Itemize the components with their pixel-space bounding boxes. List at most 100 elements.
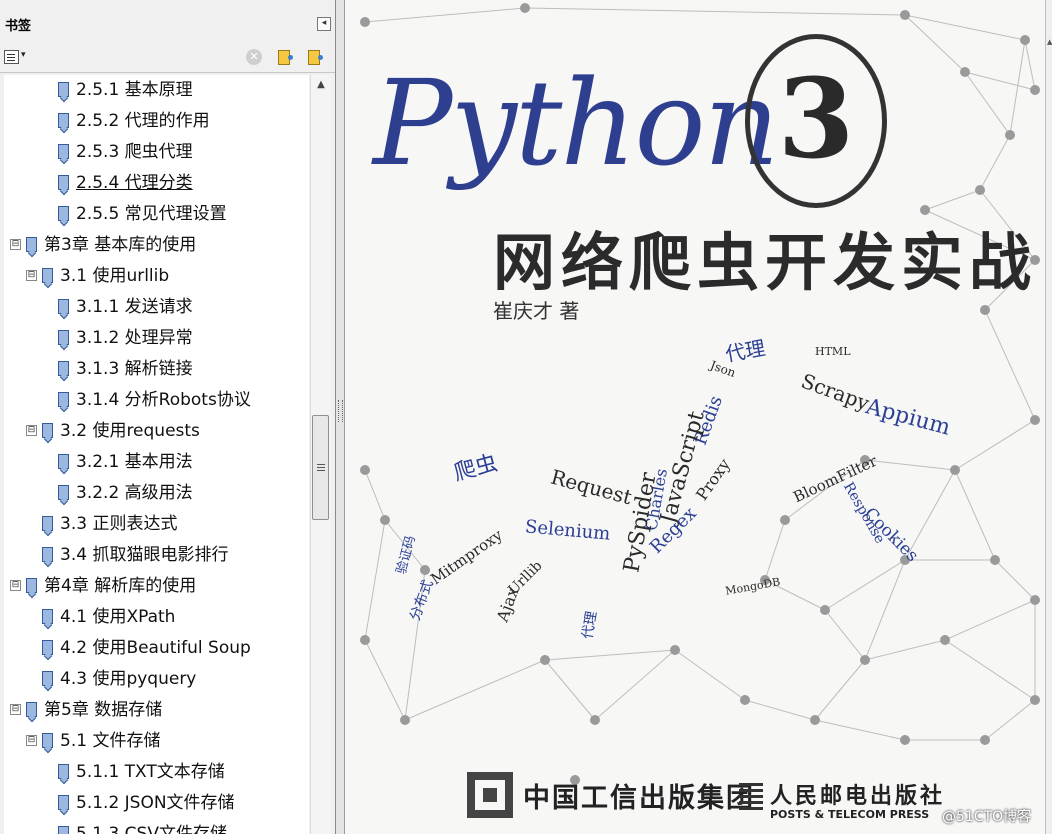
- scroll-up-arrow[interactable]: ▲: [1047, 38, 1052, 46]
- panel-title: 书签: [5, 19, 32, 34]
- bookmark-item[interactable]: 3.1.3 解析链接: [4, 354, 309, 385]
- bookmark-item[interactable]: 5.1.3 CSV文件存储: [4, 819, 309, 834]
- word-cloud-term: 代理: [723, 335, 768, 367]
- bookmark-icon: [58, 826, 69, 834]
- bookmark-item[interactable]: 5.1.1 TXT文本存储: [4, 757, 309, 788]
- bookmark-icon: [58, 361, 69, 376]
- bookmark-icon: [42, 516, 53, 531]
- word-cloud-term: 验证码: [394, 534, 419, 576]
- ptpress-logo-icon: [739, 783, 763, 810]
- bookmark-item[interactable]: 2.5.4 代理分类: [4, 168, 309, 199]
- bookmark-icon: [58, 764, 69, 779]
- bookmark-icon: [58, 175, 69, 190]
- bookmark-item[interactable]: 3.1.1 发送请求: [4, 292, 309, 323]
- bookmark-label: 2.5.5 常见代理设置: [76, 204, 227, 224]
- bookmark-label: 5.1.1 TXT文本存储: [76, 762, 225, 782]
- scroll-up-arrow[interactable]: ▲: [313, 79, 329, 93]
- spider-word-cloud: 代理 HTML Json Redis Appium 爬虫 Request JavaScript…: [345, 0, 1045, 834]
- bookmark-label: 5.1.2 JSON文件存储: [76, 793, 235, 813]
- bookmark-item[interactable]: ⊟ 第3章 基本库的使用: [4, 230, 309, 261]
- collapse-toggle-icon[interactable]: ⊟: [26, 270, 37, 281]
- bookmark-item[interactable]: 4.1 使用XPath: [4, 602, 309, 633]
- bookmark-item[interactable]: ⊟ 3.2 使用requests: [4, 416, 309, 447]
- bookmark-label: 3.2 使用requests: [60, 421, 200, 441]
- bookmarks-panel: 书签 ◂ ▾ ✕ 2.5.1 基本原理 2.5.2 代理的作用 2.5.3 爬虫代理…: [0, 0, 336, 834]
- bookmark-label: 3.4 抓取猫眼电影排行: [60, 545, 229, 565]
- collapse-panel-button[interactable]: ◂: [317, 17, 331, 31]
- bookmark-item[interactable]: 4.2 使用Beautiful Soup: [4, 633, 309, 664]
- bookmark-icon: [42, 671, 53, 686]
- bookmark-icon: [42, 547, 53, 562]
- bookmark-item[interactable]: 4.3 使用pyquery: [4, 664, 309, 695]
- chevron-down-icon: ▾: [21, 50, 26, 60]
- word-cloud-term: Mitmproxy: [427, 525, 506, 589]
- word-cloud-term: Appium: [863, 394, 953, 441]
- panel-header: 书签 ◂: [0, 0, 335, 44]
- bookmark-item[interactable]: 3.2.2 高级用法: [4, 478, 309, 509]
- bookmark-label: 4.1 使用XPath: [60, 607, 176, 627]
- bookmark-icon: [58, 206, 69, 221]
- bookmark-item[interactable]: 2.5.3 爬虫代理: [4, 137, 309, 168]
- panel-splitter[interactable]: [336, 0, 345, 834]
- delete-bookmark-icon[interactable]: ✕: [246, 49, 262, 65]
- word-cloud-term: HTML: [815, 345, 851, 358]
- bookmark-item[interactable]: 2.5.1 基本原理: [4, 75, 309, 106]
- bookmark-label: 3.1 使用urllib: [60, 266, 170, 286]
- collapse-toggle-icon[interactable]: ⊟: [10, 580, 21, 591]
- bookmark-label: 3.1.3 解析链接: [76, 359, 193, 379]
- bookmark-item[interactable]: 3.1.2 处理异常: [4, 323, 309, 354]
- options-menu-button[interactable]: ▾: [4, 50, 30, 64]
- bookmark-icon: [42, 609, 53, 624]
- bookmark-icon: [58, 795, 69, 810]
- bookmark-item[interactable]: 3.1.4 分析Robots协议: [4, 385, 309, 416]
- bookmark-icon: [26, 578, 37, 593]
- splitter-grip-icon: [338, 400, 343, 422]
- bookmark-label: 2.5.3 爬虫代理: [76, 142, 193, 162]
- bookmark-item[interactable]: 3.4 抓取猫眼电影排行: [4, 540, 309, 571]
- publisher-ptpress: 人民邮电出版社: [770, 784, 946, 809]
- word-cloud-term: 爬虫: [451, 450, 501, 487]
- collapse-toggle-icon[interactable]: ⊟: [26, 425, 37, 436]
- word-cloud-term: 代理: [579, 609, 601, 641]
- bookmark-label: 3.1.4 分析Robots协议: [76, 390, 251, 410]
- bookmark-item[interactable]: 2.5.2 代理的作用: [4, 106, 309, 137]
- word-cloud-term: MongoDB: [724, 575, 782, 598]
- word-cloud-term: Proxy: [692, 455, 735, 504]
- bookmark-label: 2.5.2 代理的作用: [76, 111, 210, 131]
- bookmark-label: 4.3 使用pyquery: [60, 669, 197, 689]
- bookmark-glyph: [278, 50, 293, 65]
- bookmarks-toolbar: ▾ ✕: [0, 44, 335, 73]
- word-cloud-term: Scrapy: [798, 368, 873, 416]
- bookmark-label: 2.5.4 代理分类: [76, 173, 193, 193]
- bookmark-icon: [58, 113, 69, 128]
- publisher-logo-icon: [467, 772, 513, 818]
- expand-bookmark-icon[interactable]: [276, 49, 293, 65]
- document-scrollbar[interactable]: ▲: [1045, 0, 1052, 834]
- bookmark-icon: [58, 144, 69, 159]
- collapse-toggle-icon[interactable]: ⊟: [10, 239, 21, 250]
- bookmark-label: 5.1 文件存储: [60, 731, 161, 751]
- bookmark-item[interactable]: ⊟ 5.1 文件存储: [4, 726, 309, 757]
- list-options-icon: [4, 50, 19, 64]
- bookmark-item[interactable]: 3.2.1 基本用法: [4, 447, 309, 478]
- watermark: @51CTO博客: [942, 809, 1032, 825]
- bookmark-item[interactable]: 2.5.5 常见代理设置: [4, 199, 309, 230]
- bookmark-icon: [26, 702, 37, 717]
- bookmark-item[interactable]: 3.3 正则表达式: [4, 509, 309, 540]
- bookmark-scrollbar[interactable]: ▲: [310, 75, 331, 834]
- bookmark-icon: [26, 237, 37, 252]
- bookmark-icon: [42, 640, 53, 655]
- collapse-toggle-icon[interactable]: ⊟: [10, 704, 21, 715]
- bookmark-item[interactable]: 5.1.2 JSON文件存储: [4, 788, 309, 819]
- scroll-thumb[interactable]: [312, 415, 329, 520]
- new-bookmark-icon[interactable]: [306, 49, 323, 65]
- bookmark-item[interactable]: ⊟ 3.1 使用urllib: [4, 261, 309, 292]
- book-cover-page: Python 3 网络爬虫开发实战 崔庆才 著 代理 HTML Json Redis A…: [345, 0, 1045, 834]
- word-cloud-term: Ajax: [492, 584, 523, 625]
- bookmark-item[interactable]: ⊟ 第4章 解析库的使用: [4, 571, 309, 602]
- bookmark-label: 2.5.1 基本原理: [76, 80, 193, 100]
- bookmark-icon: [42, 268, 53, 283]
- bookmark-item[interactable]: ⊟ 第5章 数据存储: [4, 695, 309, 726]
- collapse-toggle-icon[interactable]: ⊟: [26, 735, 37, 746]
- bookmark-icon: [58, 485, 69, 500]
